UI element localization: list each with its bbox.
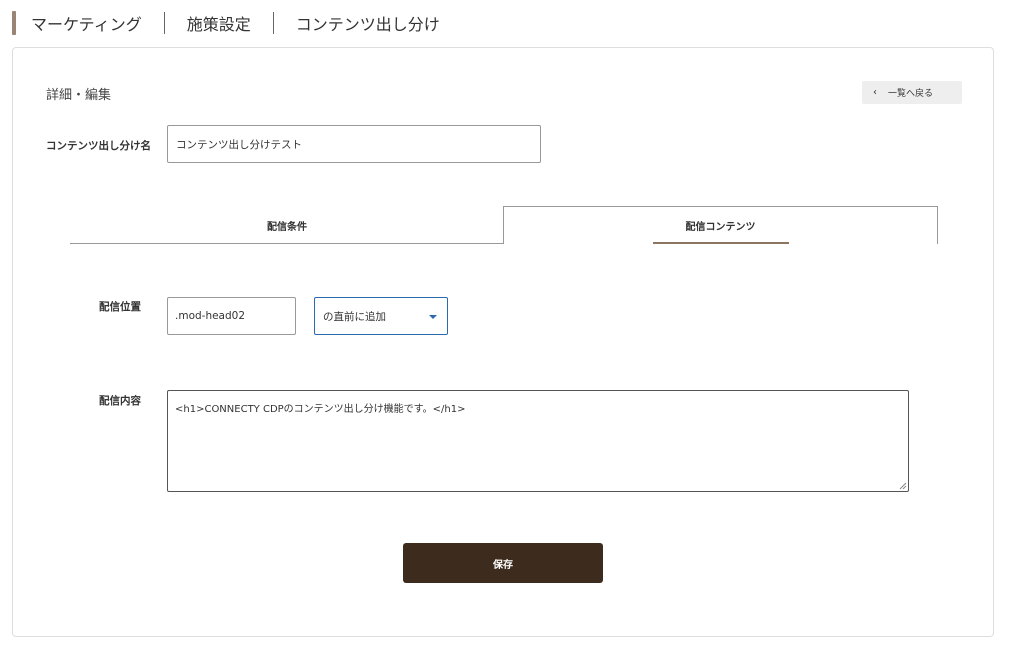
breadcrumb-separator xyxy=(272,12,274,34)
edit-card: 詳細・編集 ‹ 一覧へ戻る コンテンツ出し分け名 配信条件 配信コンテンツ 配信… xyxy=(12,47,994,637)
insert-mode-select[interactable]: の直前に追加 xyxy=(314,297,448,335)
active-tab-indicator xyxy=(653,242,789,244)
breadcrumb-separator xyxy=(163,12,165,34)
chevron-left-icon: ‹ xyxy=(873,87,877,98)
breadcrumb-item-content-split: コンテンツ出し分け xyxy=(295,15,440,34)
position-field-label: 配信位置 xyxy=(99,301,141,313)
breadcrumb-item-campaign-settings[interactable]: 施策設定 xyxy=(187,11,251,35)
section-title: 詳細・編集 xyxy=(46,88,112,103)
delivery-content-textarea[interactable]: <h1>CONNECTY CDPのコンテンツ出し分け機能です。</h1> xyxy=(167,390,909,492)
tab-delivery-conditions-label: 配信条件 xyxy=(267,221,307,233)
content-split-name-input[interactable] xyxy=(167,125,541,163)
chevron-down-icon xyxy=(429,315,437,319)
tab-delivery-content-label: 配信コンテンツ xyxy=(685,222,756,233)
position-selector-input[interactable] xyxy=(167,297,296,335)
resize-handle-icon[interactable] xyxy=(898,481,907,490)
tab-delivery-conditions[interactable]: 配信条件 xyxy=(70,206,504,244)
back-to-list-label: 一覧へ戻る xyxy=(888,89,934,99)
back-to-list-button[interactable]: ‹ 一覧へ戻る xyxy=(862,81,962,104)
insert-mode-selected-value: の直前に追加 xyxy=(323,310,386,323)
save-button[interactable]: 保存 xyxy=(403,543,603,583)
tab-delivery-content[interactable]: 配信コンテンツ xyxy=(503,206,938,244)
breadcrumb-accent-bar xyxy=(12,11,16,35)
content-field-label: 配信内容 xyxy=(99,395,141,407)
breadcrumb-item-marketing[interactable]: マーケティング xyxy=(31,11,142,35)
breadcrumb: マーケティング 施策設定 コンテンツ出し分け xyxy=(12,11,440,35)
tab-bar: 配信条件 配信コンテンツ xyxy=(70,206,938,244)
name-field-label: コンテンツ出し分け名 xyxy=(46,140,151,152)
